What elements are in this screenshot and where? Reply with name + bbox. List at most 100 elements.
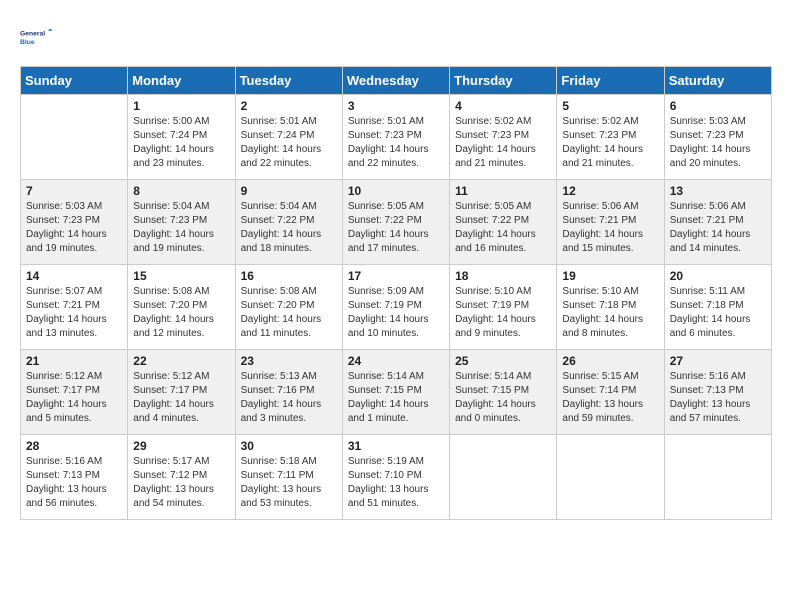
day-info: Sunrise: 5:11 AM Sunset: 7:18 PM Dayligh… (670, 285, 766, 341)
day-info: Sunrise: 5:17 AM Sunset: 7:12 PM Dayligh… (133, 455, 229, 511)
day-info: Sunrise: 5:04 AM Sunset: 7:22 PM Dayligh… (241, 200, 337, 256)
day-info: Sunrise: 5:15 AM Sunset: 7:14 PM Dayligh… (562, 370, 658, 426)
calendar-cell: 26 Sunrise: 5:15 AM Sunset: 7:14 PM Dayli… (557, 350, 664, 435)
day-number: 4 (455, 99, 551, 113)
weekday-header-wednesday: Wednesday (342, 67, 449, 95)
day-number: 20 (670, 269, 766, 283)
day-number: 28 (26, 439, 122, 453)
day-info: Sunrise: 5:06 AM Sunset: 7:21 PM Dayligh… (562, 200, 658, 256)
day-number: 27 (670, 354, 766, 368)
calendar-cell: 6 Sunrise: 5:03 AM Sunset: 7:23 PM Daylig… (664, 95, 771, 180)
day-info: Sunrise: 5:09 AM Sunset: 7:19 PM Dayligh… (348, 285, 444, 341)
calendar-cell: 4 Sunrise: 5:02 AM Sunset: 7:23 PM Daylig… (450, 95, 557, 180)
day-number: 14 (26, 269, 122, 283)
day-number: 18 (455, 269, 551, 283)
calendar-cell: 11 Sunrise: 5:05 AM Sunset: 7:22 PM Dayli… (450, 180, 557, 265)
day-info: Sunrise: 5:14 AM Sunset: 7:15 PM Dayligh… (455, 370, 551, 426)
day-info: Sunrise: 5:18 AM Sunset: 7:11 PM Dayligh… (241, 455, 337, 511)
day-info: Sunrise: 5:08 AM Sunset: 7:20 PM Dayligh… (133, 285, 229, 341)
calendar-cell (557, 435, 664, 520)
day-number: 6 (670, 99, 766, 113)
day-number: 8 (133, 184, 229, 198)
day-number: 7 (26, 184, 122, 198)
day-number: 2 (241, 99, 337, 113)
day-info: Sunrise: 5:19 AM Sunset: 7:10 PM Dayligh… (348, 455, 444, 511)
day-info: Sunrise: 5:12 AM Sunset: 7:17 PM Dayligh… (133, 370, 229, 426)
day-number: 23 (241, 354, 337, 368)
calendar-cell (664, 435, 771, 520)
day-number: 15 (133, 269, 229, 283)
weekday-header-sunday: Sunday (21, 67, 128, 95)
calendar-cell: 25 Sunrise: 5:14 AM Sunset: 7:15 PM Dayli… (450, 350, 557, 435)
calendar-cell: 12Sunrise: 5:06 AM Sunset: 7:21 PM Dayli… (557, 180, 664, 265)
day-number: 11 (455, 184, 551, 198)
day-number: 1 (133, 99, 229, 113)
weekday-header-saturday: Saturday (664, 67, 771, 95)
weekday-header-thursday: Thursday (450, 67, 557, 95)
day-number: 22 (133, 354, 229, 368)
calendar-cell: 13Sunrise: 5:06 AM Sunset: 7:21 PM Dayli… (664, 180, 771, 265)
calendar-week-row: 21 Sunrise: 5:12 AM Sunset: 7:17 PM Dayli… (21, 350, 772, 435)
calendar-cell: 5 Sunrise: 5:02 AM Sunset: 7:23 PM Daylig… (557, 95, 664, 180)
day-number: 17 (348, 269, 444, 283)
day-number: 21 (26, 354, 122, 368)
day-number: 16 (241, 269, 337, 283)
calendar-cell: 15 Sunrise: 5:08 AM Sunset: 7:20 PM Dayli… (128, 265, 235, 350)
day-number: 30 (241, 439, 337, 453)
calendar-cell: 21Sunrise: 5:12 AM Sunset: 7:17 PM Dayli… (21, 350, 128, 435)
logo-icon: General Blue (20, 20, 56, 56)
day-info: Sunrise: 5:01 AM Sunset: 7:24 PM Dayligh… (241, 115, 337, 171)
day-number: 26 (562, 354, 658, 368)
calendar-cell: 30 Sunrise: 5:18 AM Sunset: 7:11 PM Dayli… (235, 435, 342, 520)
calendar-cell: 27 Sunrise: 5:16 AM Sunset: 7:13 PM Dayli… (664, 350, 771, 435)
page-header: General Blue (20, 20, 772, 56)
calendar-cell: 19Sunrise: 5:10 AM Sunset: 7:18 PM Dayli… (557, 265, 664, 350)
day-info: Sunrise: 5:10 AM Sunset: 7:19 PM Dayligh… (455, 285, 551, 341)
calendar-cell: 14 Sunrise: 5:07 AM Sunset: 7:21 PM Dayli… (21, 265, 128, 350)
calendar-week-row: 1 Sunrise: 5:00 AM Sunset: 7:24 PM Daylig… (21, 95, 772, 180)
weekday-header-friday: Friday (557, 67, 664, 95)
calendar-cell: 23 Sunrise: 5:13 AM Sunset: 7:16 PM Dayli… (235, 350, 342, 435)
calendar-table: SundayMondayTuesdayWednesdayThursdayFrid… (20, 66, 772, 520)
day-info: Sunrise: 5:07 AM Sunset: 7:21 PM Dayligh… (26, 285, 122, 341)
day-info: Sunrise: 5:16 AM Sunset: 7:13 PM Dayligh… (670, 370, 766, 426)
day-info: Sunrise: 5:00 AM Sunset: 7:24 PM Dayligh… (133, 115, 229, 171)
day-number: 13 (670, 184, 766, 198)
day-info: Sunrise: 5:03 AM Sunset: 7:23 PM Dayligh… (26, 200, 122, 256)
day-info: Sunrise: 5:02 AM Sunset: 7:23 PM Dayligh… (562, 115, 658, 171)
calendar-week-row: 7 Sunrise: 5:03 AM Sunset: 7:23 PM Daylig… (21, 180, 772, 265)
calendar-cell: 31 Sunrise: 5:19 AM Sunset: 7:10 PM Dayli… (342, 435, 449, 520)
weekday-header-row: SundayMondayTuesdayWednesdayThursdayFrid… (21, 67, 772, 95)
calendar-week-row: 14 Sunrise: 5:07 AM Sunset: 7:21 PM Dayli… (21, 265, 772, 350)
day-number: 24 (348, 354, 444, 368)
calendar-week-row: 28Sunrise: 5:16 AM Sunset: 7:13 PM Dayli… (21, 435, 772, 520)
calendar-cell (21, 95, 128, 180)
day-number: 31 (348, 439, 444, 453)
day-info: Sunrise: 5:05 AM Sunset: 7:22 PM Dayligh… (455, 200, 551, 256)
weekday-header-monday: Monday (128, 67, 235, 95)
day-number: 29 (133, 439, 229, 453)
day-info: Sunrise: 5:03 AM Sunset: 7:23 PM Dayligh… (670, 115, 766, 171)
day-number: 9 (241, 184, 337, 198)
calendar-cell: 8 Sunrise: 5:04 AM Sunset: 7:23 PM Daylig… (128, 180, 235, 265)
day-number: 5 (562, 99, 658, 113)
calendar-cell: 2 Sunrise: 5:01 AM Sunset: 7:24 PM Daylig… (235, 95, 342, 180)
calendar-cell: 10Sunrise: 5:05 AM Sunset: 7:22 PM Dayli… (342, 180, 449, 265)
weekday-header-tuesday: Tuesday (235, 67, 342, 95)
calendar-cell: 17 Sunrise: 5:09 AM Sunset: 7:19 PM Dayli… (342, 265, 449, 350)
day-info: Sunrise: 5:14 AM Sunset: 7:15 PM Dayligh… (348, 370, 444, 426)
day-number: 19 (562, 269, 658, 283)
calendar-cell: 28Sunrise: 5:16 AM Sunset: 7:13 PM Dayli… (21, 435, 128, 520)
day-info: Sunrise: 5:04 AM Sunset: 7:23 PM Dayligh… (133, 200, 229, 256)
calendar-cell: 18 Sunrise: 5:10 AM Sunset: 7:19 PM Dayli… (450, 265, 557, 350)
calendar-cell: 9 Sunrise: 5:04 AM Sunset: 7:22 PM Daylig… (235, 180, 342, 265)
calendar-cell: 22 Sunrise: 5:12 AM Sunset: 7:17 PM Dayli… (128, 350, 235, 435)
day-info: Sunrise: 5:05 AM Sunset: 7:22 PM Dayligh… (348, 200, 444, 256)
calendar-cell: 20 Sunrise: 5:11 AM Sunset: 7:18 PM Dayli… (664, 265, 771, 350)
logo: General Blue (20, 20, 56, 56)
day-info: Sunrise: 5:02 AM Sunset: 7:23 PM Dayligh… (455, 115, 551, 171)
day-number: 25 (455, 354, 551, 368)
day-info: Sunrise: 5:13 AM Sunset: 7:16 PM Dayligh… (241, 370, 337, 426)
calendar-cell: 1 Sunrise: 5:00 AM Sunset: 7:24 PM Daylig… (128, 95, 235, 180)
calendar-cell: 24 Sunrise: 5:14 AM Sunset: 7:15 PM Dayli… (342, 350, 449, 435)
